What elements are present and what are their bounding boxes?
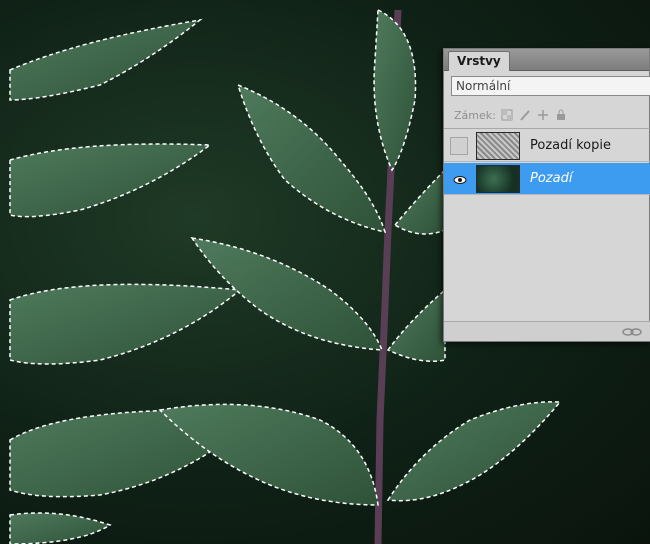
lock-row: Zámek: xyxy=(454,106,568,124)
lock-label: Zámek: xyxy=(454,108,496,122)
layer-row[interactable]: Pozadí kopie xyxy=(444,130,650,162)
layer-name[interactable]: Pozadí kopie xyxy=(530,130,611,162)
eye-icon xyxy=(453,176,467,184)
blend-mode-select[interactable]: Normální xyxy=(451,76,650,96)
layer-thumbnail xyxy=(476,165,520,193)
layers-panel: Vrstvy Normální Zámek: Pozadí kopie Poza… xyxy=(443,48,650,342)
layer-row-active[interactable]: Pozadí xyxy=(444,163,650,195)
layer-thumbnail xyxy=(476,132,520,160)
tab-layers[interactable]: Vrstvy xyxy=(448,51,510,71)
lock-transparent-icon[interactable] xyxy=(500,108,514,122)
link-layers-icon[interactable] xyxy=(621,326,643,338)
divider xyxy=(444,128,650,129)
leaf-shape xyxy=(373,8,417,172)
panel-header: Vrstvy xyxy=(444,49,649,71)
panel-footer xyxy=(444,321,650,341)
layer-name[interactable]: Pozadí xyxy=(530,163,572,195)
visibility-toggle[interactable] xyxy=(450,170,468,188)
lock-move-icon[interactable] xyxy=(536,108,550,122)
lock-paint-icon[interactable] xyxy=(518,108,532,122)
lock-all-icon[interactable] xyxy=(554,108,568,122)
visibility-toggle[interactable] xyxy=(450,137,468,155)
